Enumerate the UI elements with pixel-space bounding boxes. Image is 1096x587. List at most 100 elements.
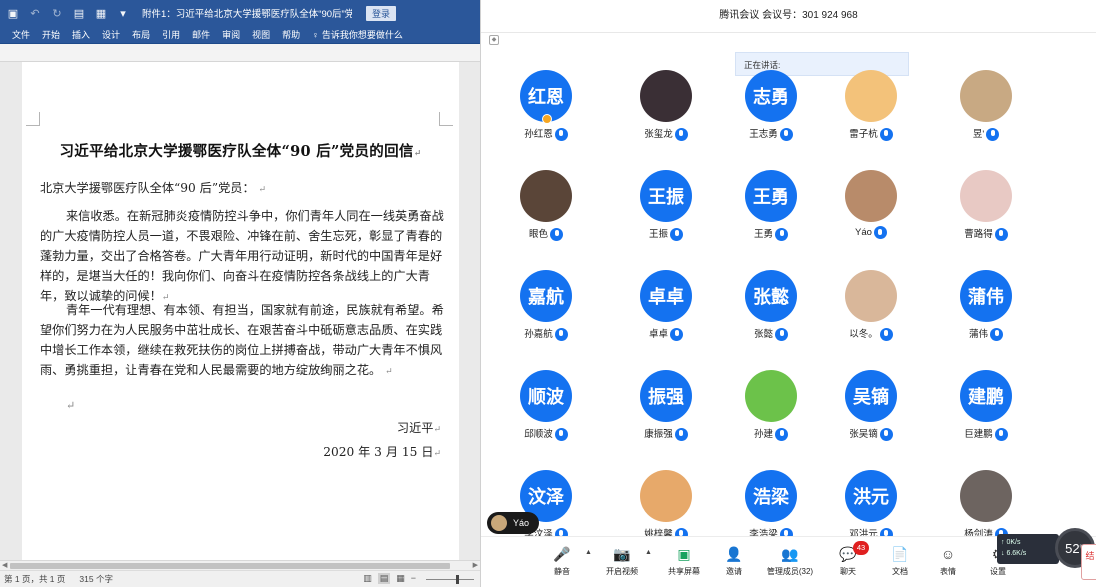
participant-tile[interactable]: 振强 康振强 [621,370,711,460]
emoji-icon: ☺ [940,546,956,562]
mic-status-icon [775,327,788,341]
scroll-left-icon[interactable]: ◀ [2,561,7,569]
tab-layout[interactable]: 布局 [132,28,150,41]
print-icon[interactable]: ▦ [94,7,108,20]
video-off-icon: 📷 [613,546,631,562]
web-layout-icon[interactable]: ▦ [396,573,405,584]
zoom-slider-knob[interactable] [456,575,459,584]
undo-icon[interactable]: ↶ [28,7,42,20]
participant-avatar: 浩梁 [745,470,797,522]
participant-name: 康振强 [644,429,673,440]
participant-tile[interactable]: 建鹏 巨建鹏 [941,370,1031,460]
participant-name-line: 孙建 [726,426,816,441]
scroll-right-icon[interactable]: ▶ [473,561,478,569]
participant-avatar: 卓卓 [640,270,692,322]
invite-icon: 👤 [725,546,743,562]
zoom-slider[interactable] [426,575,474,584]
participant-name: 孙红恩 [524,129,553,140]
participant-avatar: 蒲伟 [960,270,1012,322]
participant-tile[interactable]: 志勇王志勇 [726,70,816,160]
horizontal-scrollbar[interactable]: ◀ ▶ [0,560,480,570]
participant-tile[interactable]: 红恩 孙红恩 [501,70,591,160]
tab-insert[interactable]: 插入 [72,28,90,41]
participant-tile[interactable]: 嘉航 孙嘉航 [501,270,591,360]
letter-date: 2020 年 3 月 15 日↵ [323,445,441,459]
participant-name: 蒲伟 [968,329,988,340]
participant-name: 眼色 [528,229,548,240]
open-icon[interactable]: ▤ [72,7,86,20]
shield-icon[interactable]: ◆ [489,35,499,45]
redo-icon[interactable]: ↻ [50,7,64,20]
participant-tile[interactable]: 眼色 [501,170,591,260]
participant-tile[interactable]: 王振 王振 [621,170,711,260]
tab-view[interactable]: 视图 [252,28,270,41]
view-switcher: ▥ ▤ ▦ − [363,573,416,584]
participant-tile[interactable]: 蒲伟 蒲伟 [941,270,1031,360]
tab-references[interactable]: 引用 [162,28,180,41]
participant-tile[interactable]: 王勇 王勇 [726,170,816,260]
document-area: 习近平给北京大学援鄂医疗队全体“90 后”党员的回信↵ 北京大学援鄂医疗队全体“… [0,44,480,560]
participant-name-line: 王勇 [726,226,816,241]
zoom-out-icon[interactable]: − [411,573,416,584]
participant-avatar: 志勇 [745,70,797,122]
paragraph-mark: ↵ [66,399,76,412]
participant-tile[interactable]: 孙建 [726,370,816,460]
document-heading: 习近平给北京大学援鄂医疗队全体“90 后”党员的回信↵ [59,143,422,160]
participant-tile[interactable]: 曹路得 [941,170,1031,260]
participant-tile[interactable]: 吴镝 张吴镝 [826,370,916,460]
read-mode-icon[interactable]: ▥ [363,573,372,584]
manage-members-button[interactable]: 👥 管理成员(32) [761,545,819,577]
participant-name: 雷子杭 [849,129,878,140]
tab-review[interactable]: 审阅 [222,28,240,41]
video-options-icon[interactable]: ▲ [645,549,652,556]
participant-name-line: 孙红恩 [501,126,591,141]
participant-name: 王振 [648,229,668,240]
participant-name: 邱顺波 [524,429,553,440]
participant-avatar: 洪元 [845,470,897,522]
end-meeting-tab[interactable]: 结 [1081,544,1096,580]
scrollbar-thumb[interactable] [10,563,450,569]
participant-name-line: 张吴镝 [826,426,916,441]
invite-button[interactable]: 👤 邀请 [705,545,763,577]
participant-tile[interactable]: 以冬。 [826,270,916,360]
mic-status-icon [775,227,788,241]
participant-tile[interactable]: 张玺龙 [621,70,711,160]
participant-tile[interactable]: 张懿 张懿 [726,270,816,360]
login-button[interactable]: 登录 [366,5,397,21]
participant-name-line: 张玺龙 [621,126,711,141]
network-monitor[interactable]: ↑ 0K/s ↓ 6.6K/s 52% [997,528,1095,568]
participant-tile[interactable]: 雷子杭 [826,70,916,160]
mic-status-icon [990,327,1003,341]
tab-help[interactable]: 帮助 [282,28,300,41]
self-video-pill[interactable]: Yáo [487,512,539,534]
participant-tile[interactable]: 卓卓 卓卓 [621,270,711,360]
participant-tile[interactable]: 昱' [941,70,1031,160]
paragraph-1: 来信收悉。在新冠肺炎疫情防控斗争中，你们青年人同在一线英勇奋战的广大疫情防控人员… [40,209,444,303]
participant-name: 张吴镝 [849,429,878,440]
page-count[interactable]: 第 1 页，共 1 页 [4,573,65,585]
tab-mailings[interactable]: 邮件 [192,28,210,41]
document-title: 附件1：习近平给北京大学援鄂医疗队全体“90后”党员的... [142,9,352,20]
word-count[interactable]: 315 个字 [79,573,113,585]
margin-corner-right [439,112,453,126]
save-icon[interactable]: ▣ [6,7,20,20]
tab-design[interactable]: 设计 [102,28,120,41]
customize-icon[interactable]: ▾ [116,7,130,20]
print-layout-icon[interactable]: ▤ [377,573,391,584]
word-window: ▣ ↶ ↻ ▤ ▦ ▾ 附件1：习近平给北京大学援鄂医疗队全体“90后”党员的.… [0,0,480,587]
participant-name: 王勇 [753,229,773,240]
mute-button[interactable]: 🎤 静音 [533,545,591,577]
participant-avatar [960,470,1012,522]
document-page[interactable]: 习近平给北京大学援鄂医疗队全体“90 后”党员的回信↵ 北京大学援鄂医疗队全体“… [22,62,459,560]
tell-me-box[interactable]: ♀ 告诉我你想要做什么 [312,28,403,41]
tab-file[interactable]: 文件 [12,28,30,41]
tab-home[interactable]: 开始 [42,28,60,41]
participant-name: 王志勇 [749,129,778,140]
video-button[interactable]: 📷 开启视频 [593,545,651,577]
mic-status-icon [986,127,1000,141]
participant-tile[interactable]: 顺波 邱顺波 [501,370,591,460]
participant-tile[interactable]: Yáo [826,170,916,260]
mute-options-icon[interactable]: ▲ [585,549,592,556]
meeting-title: 腾讯会议 会议号：301 924 968 [719,10,858,21]
participant-avatar: 王振 [640,170,692,222]
